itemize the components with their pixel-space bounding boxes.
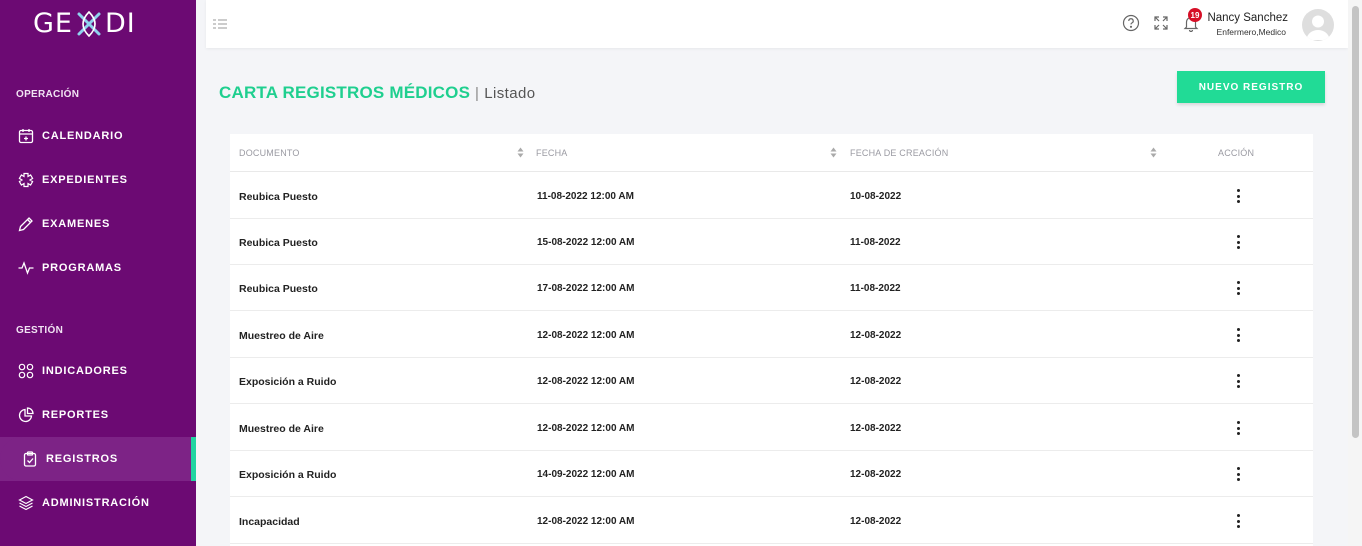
table-row: Reubica Puesto 17-08-2022 12:00 AM 11-08… [230, 265, 1313, 311]
logo-text-right: DI [104, 8, 136, 39]
sidebar-item-examenes[interactable]: EXAMENES [0, 202, 196, 246]
page-subtitle: | Listado [475, 85, 535, 102]
cell-fecha: 12-08-2022 12:00 AM [537, 376, 635, 387]
cell-fecha-creacion: 11-08-2022 [850, 237, 901, 248]
cell-fecha: 12-08-2022 12:00 AM [537, 423, 635, 434]
cell-fecha-creacion: 12-08-2022 [850, 330, 902, 341]
topbar: 19 Nancy Sanchez Enfermero,Medico [206, 0, 1348, 48]
cell-fecha: 11-08-2022 12:00 AM [537, 191, 634, 202]
sidebar-item-label: CALENDARIO [42, 130, 124, 142]
sidebar: GE DI OPERACIÓN CALENDARIO EXPEDIENTES E… [0, 0, 196, 546]
fullscreen-icon[interactable] [1152, 14, 1170, 32]
table-row: Reubica Puesto 11-08-2022 12:00 AM 10-08… [230, 173, 1313, 219]
notifications-icon[interactable]: 19 [1182, 8, 1202, 32]
table-row: Exposición a Ruido 14-09-2022 12:00 AM 1… [230, 451, 1313, 497]
scrollbar-thumb[interactable] [1352, 6, 1359, 438]
cell-documento: Incapacidad [239, 516, 300, 528]
sidebar-item-registros[interactable]: REGISTROS [0, 437, 196, 481]
user-name[interactable]: Nancy Sanchez [1207, 12, 1288, 24]
sidebar-item-indicadores[interactable]: INDICADORES [0, 349, 196, 393]
row-actions-icon[interactable] [1234, 465, 1242, 483]
logo-mark-icon [77, 10, 101, 37]
cell-fecha: 12-08-2022 12:00 AM [537, 516, 635, 527]
sidebar-item-expedientes[interactable]: EXPEDIENTES [0, 158, 196, 202]
column-header-fecha[interactable]: FECHA [536, 148, 568, 158]
cell-fecha-creacion: 12-08-2022 [850, 516, 902, 527]
pen-icon [18, 216, 34, 232]
cell-documento: Reubica Puesto [239, 283, 318, 295]
column-header-documento[interactable]: DOCUMENTO [239, 148, 300, 158]
table-row: Muestreo de Aire 12-08-2022 12:00 AM 12-… [230, 312, 1313, 358]
active-indicator [191, 437, 196, 481]
pie-chart-icon [18, 407, 34, 423]
column-header-accion: ACCIÓN [1218, 148, 1255, 158]
column-header-fecha-creacion[interactable]: FECHA DE CREACIÓN [850, 148, 948, 158]
cell-fecha: 12-08-2022 12:00 AM [537, 330, 635, 341]
table-row: Reubica Puesto 15-08-2022 12:00 AM 11-08… [230, 219, 1313, 265]
cell-documento: Exposición a Ruido [239, 469, 337, 481]
sidebar-item-administracion[interactable]: ADMINISTRACIÓN [0, 481, 196, 525]
table-row: Muestreo de Aire 12-08-2022 12:00 AM 12-… [230, 405, 1313, 451]
new-record-button[interactable]: NUEVO REGISTRO [1177, 71, 1325, 103]
page-subtitle-text: Listado [484, 85, 536, 102]
layers-icon [18, 495, 34, 511]
row-actions-icon[interactable] [1234, 372, 1242, 390]
sidebar-item-label: EXPEDIENTES [42, 174, 128, 186]
cell-documento: Exposición a Ruido [239, 376, 337, 388]
help-icon[interactable] [1122, 14, 1140, 32]
sidebar-item-label: ADMINISTRACIÓN [42, 497, 150, 509]
clipboard-check-icon [22, 451, 38, 467]
cell-fecha: 14-09-2022 12:00 AM [537, 469, 635, 480]
sidebar-item-programas[interactable]: PROGRAMAS [0, 246, 196, 290]
cell-fecha: 15-08-2022 12:00 AM [537, 237, 635, 248]
row-actions-icon[interactable] [1234, 279, 1242, 297]
cell-documento: Muestreo de Aire [239, 330, 324, 342]
topbar-actions: 19 [1122, 8, 1202, 32]
sidebar-item-label: REGISTROS [46, 453, 118, 465]
records-table: DOCUMENTO FECHA FECHA DE CREACIÓN ACCIÓN… [230, 134, 1313, 546]
cell-fecha-creacion: 11-08-2022 [850, 283, 901, 294]
medical-cross-icon [18, 172, 34, 188]
sidebar-item-label: REPORTES [42, 409, 109, 421]
cell-documento: Reubica Puesto [239, 191, 318, 203]
calendar-plus-icon [18, 128, 34, 144]
title-separator: | [475, 85, 480, 102]
section-title-operacion: OPERACIÓN [16, 89, 80, 100]
grid-icon [18, 363, 34, 379]
sidebar-item-label: INDICADORES [42, 365, 128, 377]
cell-documento: Muestreo de Aire [239, 423, 324, 435]
row-actions-icon[interactable] [1234, 187, 1242, 205]
cell-fecha: 17-08-2022 12:00 AM [537, 283, 635, 294]
row-actions-icon[interactable] [1234, 233, 1242, 251]
sort-icon[interactable] [1150, 147, 1157, 158]
sort-icon[interactable] [830, 147, 837, 158]
avatar[interactable] [1302, 9, 1334, 41]
cell-fecha-creacion: 10-08-2022 [850, 191, 902, 202]
cell-fecha-creacion: 12-08-2022 [850, 469, 902, 480]
sidebar-item-calendario[interactable]: CALENDARIO [0, 114, 196, 158]
row-actions-icon[interactable] [1234, 512, 1242, 530]
table-header: DOCUMENTO FECHA FECHA DE CREACIÓN ACCIÓN [230, 134, 1313, 172]
page-scrollbar[interactable] [1348, 0, 1362, 546]
user-role: Enfermero,Medico [1216, 27, 1286, 37]
cell-documento: Reubica Puesto [239, 237, 318, 249]
sidebar-item-label: PROGRAMAS [42, 262, 122, 274]
sidebar-item-label: EXAMENES [42, 218, 111, 230]
sidebar-item-reportes[interactable]: REPORTES [0, 393, 196, 437]
row-actions-icon[interactable] [1234, 326, 1242, 344]
logo-text-left: GE [33, 8, 73, 39]
table-row: Exposición a Ruido 12-08-2022 12:00 AM 1… [230, 358, 1313, 404]
page-title: CARTA REGISTROS MÉDICOS [219, 83, 471, 102]
row-actions-icon[interactable] [1234, 419, 1242, 437]
app-logo[interactable]: GE DI [33, 8, 136, 39]
notification-badge: 19 [1188, 8, 1202, 22]
cell-fecha-creacion: 12-08-2022 [850, 376, 902, 387]
table-row: Incapacidad 12-08-2022 12:00 AM 12-08-20… [230, 498, 1313, 544]
sort-icon[interactable] [517, 147, 524, 158]
pulse-icon [18, 260, 34, 276]
menu-toggle-icon[interactable] [212, 17, 228, 31]
cell-fecha-creacion: 12-08-2022 [850, 423, 902, 434]
section-title-gestion: GESTIÓN [16, 325, 64, 336]
